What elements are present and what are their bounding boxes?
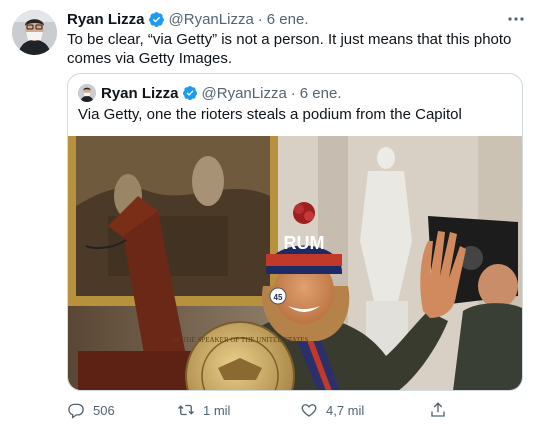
verified-icon <box>148 11 165 28</box>
tweet-actions: 506 1 mil 4,7 mil <box>67 400 457 420</box>
like-count: 4,7 mil <box>326 402 365 418</box>
tweet[interactable]: Ryan Lizza @RyanLizza · 6 ene. To be cle… <box>0 0 537 429</box>
separator: · <box>290 84 296 102</box>
quoted-author-handle: @RyanLizza <box>201 84 287 102</box>
author-avatar[interactable] <box>12 10 57 55</box>
hat-text: RUM <box>284 233 325 253</box>
seal-text: OF THE SPEAKER OF THE UNITED STATES <box>172 336 309 344</box>
like-button[interactable]: 4,7 mil <box>300 400 364 420</box>
tweet-photo[interactable]: RUM 45 OF THE SPEAKER OF THE UNITED STAT… <box>68 136 522 390</box>
like-icon <box>300 401 318 419</box>
tweet-header: Ryan Lizza @RyanLizza · 6 ene. <box>67 10 525 28</box>
quoted-timestamp: 6 ene. <box>299 84 342 102</box>
share-icon <box>429 401 447 419</box>
quoted-tweet-text: Via Getty, one the rioters steals a podi… <box>78 106 462 123</box>
quoted-author-name: Ryan Lizza <box>101 84 179 102</box>
retweet-icon <box>177 401 195 419</box>
reply-icon <box>67 401 85 419</box>
retweet-button[interactable]: 1 mil <box>177 400 230 420</box>
separator: · <box>257 10 263 28</box>
retweet-count: 1 mil <box>203 402 231 418</box>
reply-count: 506 <box>93 402 115 418</box>
quoted-tweet-header: Ryan Lizza @RyanLizza · 6 ene. <box>78 83 342 103</box>
tweet-text: To be clear, “via Getty” is not a person… <box>67 31 512 67</box>
tweet-timestamp[interactable]: 6 ene. <box>267 11 309 28</box>
pin-text: 45 <box>274 293 283 302</box>
reply-button[interactable]: 506 <box>67 400 115 420</box>
share-button[interactable] <box>429 400 447 420</box>
more-icon[interactable] <box>507 10 525 28</box>
author-handle[interactable]: @RyanLizza <box>169 11 254 28</box>
quoted-author-avatar <box>78 84 96 102</box>
verified-icon <box>182 85 198 101</box>
quoted-tweet[interactable]: Ryan Lizza @RyanLizza · 6 ene. Via Getty… <box>67 73 523 391</box>
author-name[interactable]: Ryan Lizza <box>67 11 145 28</box>
